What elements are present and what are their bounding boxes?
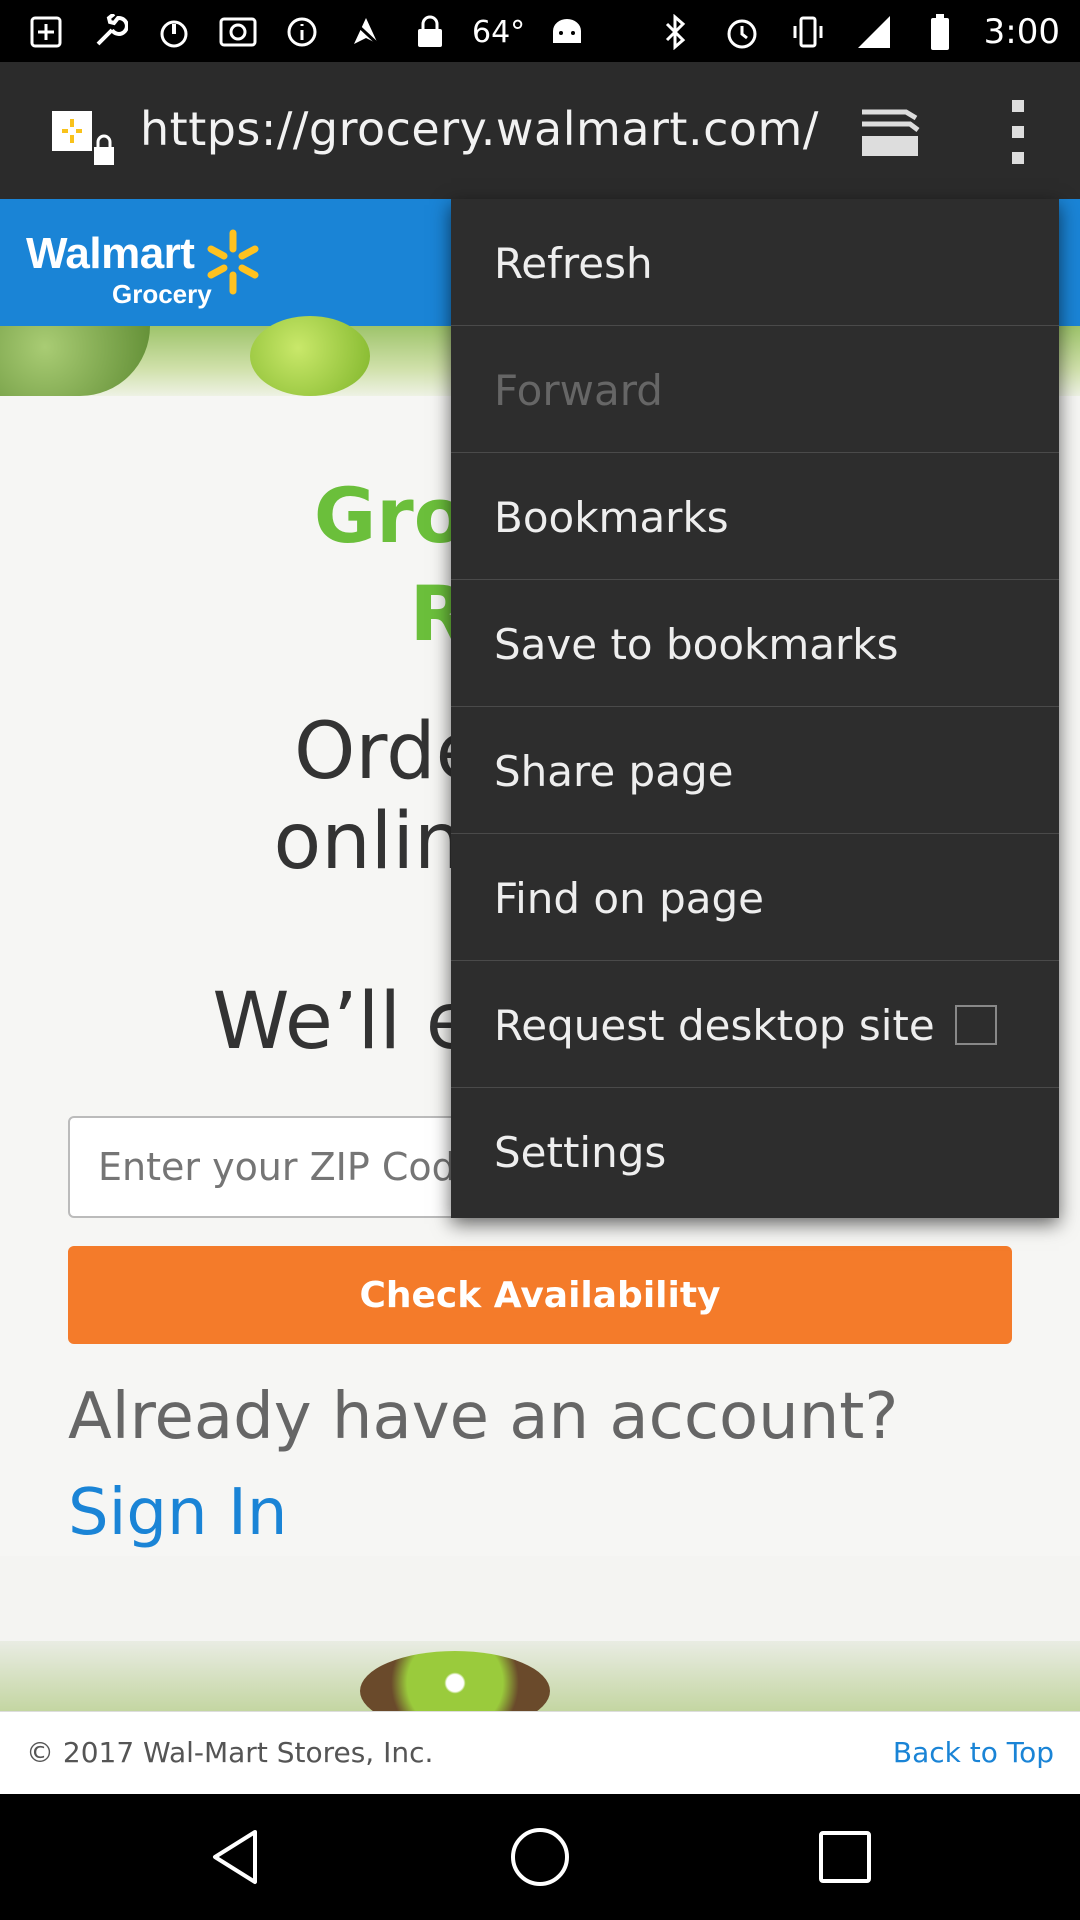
walmart-spark-icon [205, 227, 261, 302]
page-footer: © 2017 Wal-Mart Stores, Inc. Back to Top [0, 1711, 1080, 1794]
footer-fruit-image [0, 1641, 1080, 1731]
walmart-grocery-logo[interactable]: Walmart Grocery [26, 229, 212, 309]
menu-item-label: Save to bookmarks [494, 620, 899, 669]
menu-item-label: Share page [494, 747, 734, 796]
tabs-stack-icon[interactable] [858, 104, 922, 160]
browser-toolbar: https://grocery.walmart.com/ [0, 62, 1080, 199]
copyright-text: © 2017 Wal-Mart Stores, Inc. [26, 1736, 434, 1769]
menu-item-label: Bookmarks [494, 493, 729, 542]
home-icon[interactable] [505, 1822, 575, 1892]
menu-item-label: Request desktop site [494, 1001, 935, 1050]
alarm-icon [720, 10, 764, 54]
lock-icon [408, 10, 452, 54]
sign-in-prefix: Already have an account? [68, 1380, 899, 1454]
recent-apps-icon[interactable] [810, 1822, 880, 1892]
logo-sub-text: Grocery [112, 279, 212, 309]
menu-item-label: Settings [494, 1128, 667, 1177]
add-box-icon [24, 10, 68, 54]
menu-item-label: Find on page [494, 874, 764, 923]
overflow-menu-icon[interactable] [1000, 100, 1036, 164]
menu-item-find-on-page[interactable]: Find on page [451, 834, 1059, 961]
check-availability-button[interactable]: Check Availability [68, 1246, 1012, 1344]
cellular-signal-icon [852, 10, 896, 54]
back-to-top-link[interactable]: Back to Top [893, 1736, 1054, 1769]
vibrate-icon [786, 10, 830, 54]
menu-item-label: Forward [494, 366, 663, 415]
bluetooth-icon [654, 10, 698, 54]
timer-icon [152, 10, 196, 54]
navigation-bar [0, 1794, 1080, 1920]
menu-item-share-page[interactable]: Share page [451, 707, 1059, 834]
browser-overflow-menu: Refresh Forward Bookmarks Save to bookma… [451, 199, 1059, 1218]
clock-time: 3:00 [983, 12, 1060, 52]
status-bar: 64° 3:00 [0, 0, 1080, 62]
location-off-icon [344, 10, 388, 54]
sign-in-prompt: Already have an account? Sign In [68, 1369, 1028, 1561]
notification-icons: 64° [24, 10, 589, 54]
menu-item-bookmarks[interactable]: Bookmarks [451, 453, 1059, 580]
menu-item-request-desktop-site[interactable]: Request desktop site [451, 961, 1059, 1088]
menu-item-refresh[interactable]: Refresh [451, 199, 1059, 326]
desktop-site-checkbox[interactable] [955, 1005, 997, 1045]
sign-in-link[interactable]: Sign In [68, 1476, 287, 1550]
battery-icon [918, 10, 962, 54]
system-icons: 3:00 [654, 10, 1060, 54]
android-icon [545, 10, 589, 54]
menu-item-label: Refresh [494, 239, 653, 288]
site-security-icon[interactable] [50, 107, 120, 167]
back-icon[interactable] [200, 1822, 270, 1892]
temperature-text: 64° [472, 14, 526, 50]
wrench-icon [88, 10, 132, 54]
menu-item-save-to-bookmarks[interactable]: Save to bookmarks [451, 580, 1059, 707]
url-bar[interactable]: https://grocery.walmart.com/ [140, 102, 819, 156]
menu-item-forward[interactable]: Forward [451, 326, 1059, 453]
logo-brand-text: Walmart [26, 229, 195, 278]
menu-item-settings[interactable]: Settings [451, 1088, 1059, 1215]
info-icon [280, 10, 324, 54]
tv-icon [216, 10, 260, 54]
